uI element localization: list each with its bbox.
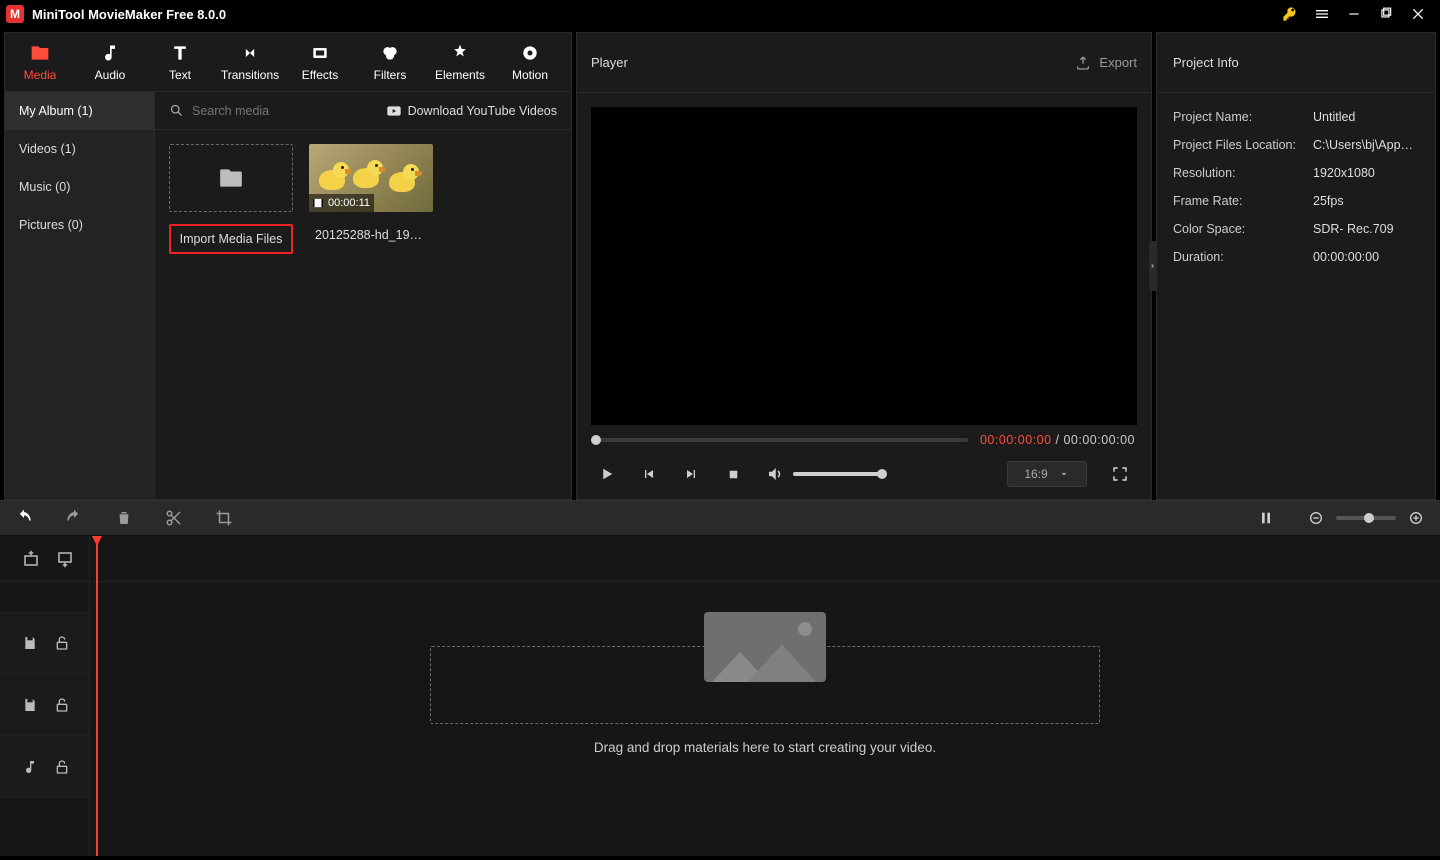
aspect-ratio-select[interactable]: 16:9 — [1007, 461, 1087, 487]
tab-transitions[interactable]: Transitions — [215, 33, 285, 91]
export-label: Export — [1099, 55, 1137, 70]
info-project-location: C:\Users\bj\App… — [1313, 138, 1419, 152]
category-tabs: Media Audio Text Transitions Effects Fil… — [4, 32, 572, 92]
tab-effects-label: Effects — [302, 68, 338, 82]
menu-icon[interactable] — [1306, 0, 1338, 28]
app-title: MiniTool MovieMaker Free 8.0.0 — [32, 7, 226, 22]
download-youtube-label: Download YouTube Videos — [408, 104, 557, 118]
dropzone-image-icon — [704, 612, 826, 682]
timeline-canvas[interactable]: Drag and drop materials here to start cr… — [90, 536, 1440, 856]
search-icon — [169, 103, 184, 118]
volume-slider[interactable] — [793, 472, 883, 476]
prev-frame-button[interactable] — [639, 464, 659, 484]
mute-button[interactable] — [765, 464, 785, 484]
tab-elements-label: Elements — [435, 68, 485, 82]
unlock-icon — [54, 697, 70, 713]
sidebar-item-music[interactable]: Music (0) — [5, 168, 154, 206]
player-preview — [591, 107, 1137, 425]
zoom-slider[interactable] — [1336, 516, 1396, 520]
split-button[interactable] — [164, 508, 184, 528]
track-header-video-2[interactable] — [0, 674, 89, 736]
tab-motion[interactable]: Motion — [495, 33, 565, 91]
project-info-title: Project Info — [1173, 55, 1239, 70]
export-icon — [1075, 55, 1091, 71]
sidebar-item-my-album[interactable]: My Album (1) — [5, 92, 154, 130]
clip-duration-badge: 00:00:11 — [309, 194, 374, 212]
add-track-below-button[interactable] — [56, 550, 74, 568]
crop-button[interactable] — [214, 508, 234, 528]
info-color-space: SDR- Rec.709 — [1313, 222, 1419, 236]
redo-button[interactable] — [64, 508, 84, 528]
tab-audio[interactable]: Audio — [75, 33, 145, 91]
music-icon — [22, 759, 38, 775]
tab-motion-label: Motion — [512, 68, 548, 82]
import-media-label: Import Media Files — [169, 224, 293, 254]
media-clip-thumb: 00:00:11 — [309, 144, 433, 212]
track-header-audio[interactable] — [0, 736, 89, 798]
timeline-ruler[interactable] — [90, 536, 1440, 582]
tab-elements[interactable]: Elements — [425, 33, 495, 91]
track-header-video-1[interactable] — [0, 612, 89, 674]
tab-audio-label: Audio — [95, 68, 126, 82]
tab-transitions-label: Transitions — [221, 68, 279, 82]
next-frame-button[interactable] — [681, 464, 701, 484]
project-info-panel: Project Name:Untitled Project Files Loca… — [1157, 93, 1435, 281]
seek-bar[interactable] — [593, 438, 968, 442]
timeline-toolbar — [0, 500, 1440, 536]
tab-filters-label: Filters — [374, 68, 407, 82]
info-resolution: 1920x1080 — [1313, 166, 1419, 180]
media-clip-name: 20125288-hd_1920… — [309, 224, 433, 246]
player-time: 00:00:00:00 / 00:00:00:00 — [980, 433, 1135, 447]
play-button[interactable] — [597, 464, 617, 484]
media-clip[interactable]: 00:00:11 20125288-hd_1920… — [309, 144, 433, 246]
tab-media[interactable]: Media — [5, 33, 75, 91]
import-media-button[interactable]: Import Media Files — [169, 144, 293, 254]
player-title: Player — [591, 55, 628, 70]
title-bar: M MiniTool MovieMaker Free 8.0.0 — [0, 0, 1440, 28]
unlock-icon — [54, 635, 70, 651]
snap-button[interactable] — [1256, 508, 1276, 528]
unlock-icon — [54, 759, 70, 775]
search-input[interactable] — [192, 104, 312, 118]
folder-icon — [217, 165, 245, 191]
info-project-name: Untitled — [1313, 110, 1419, 124]
tab-effects[interactable]: Effects — [285, 33, 355, 91]
sidebar-item-pictures[interactable]: Pictures (0) — [5, 206, 154, 244]
close-button[interactable] — [1402, 0, 1434, 28]
add-track-above-button[interactable] — [22, 550, 40, 568]
dropzone-text: Drag and drop materials here to start cr… — [594, 740, 936, 755]
video-icon — [311, 196, 325, 210]
tab-text-label: Text — [169, 68, 191, 82]
tab-text[interactable]: Text — [145, 33, 215, 91]
search-media[interactable] — [169, 103, 378, 118]
media-sidebar: My Album (1) Videos (1) Music (0) Pictur… — [5, 92, 155, 499]
download-youtube-button[interactable]: Download YouTube Videos — [386, 103, 557, 119]
sidebar-item-videos[interactable]: Videos (1) — [5, 130, 154, 168]
save-icon — [22, 635, 38, 651]
app-logo: M — [6, 5, 24, 23]
save-icon — [22, 697, 38, 713]
tab-filters[interactable]: Filters — [355, 33, 425, 91]
upgrade-key-icon[interactable] — [1274, 0, 1306, 28]
collapse-info-button[interactable] — [1149, 241, 1157, 291]
stop-button[interactable] — [723, 464, 743, 484]
info-duration: 00:00:00:00 — [1313, 250, 1419, 264]
timeline-track-headers — [0, 536, 90, 856]
tab-media-label: Media — [24, 68, 57, 82]
undo-button[interactable] — [14, 508, 34, 528]
minimize-button[interactable] — [1338, 0, 1370, 28]
chevron-down-icon — [1058, 468, 1070, 480]
timeline-dropzone[interactable]: Drag and drop materials here to start cr… — [90, 612, 1440, 755]
maximize-button[interactable] — [1370, 0, 1402, 28]
delete-button[interactable] — [114, 508, 134, 528]
zoom-in-button[interactable] — [1406, 508, 1426, 528]
zoom-out-button[interactable] — [1306, 508, 1326, 528]
fullscreen-button[interactable] — [1109, 463, 1131, 485]
info-frame-rate: 25fps — [1313, 194, 1419, 208]
export-button[interactable]: Export — [1075, 55, 1137, 71]
youtube-icon — [386, 103, 402, 119]
